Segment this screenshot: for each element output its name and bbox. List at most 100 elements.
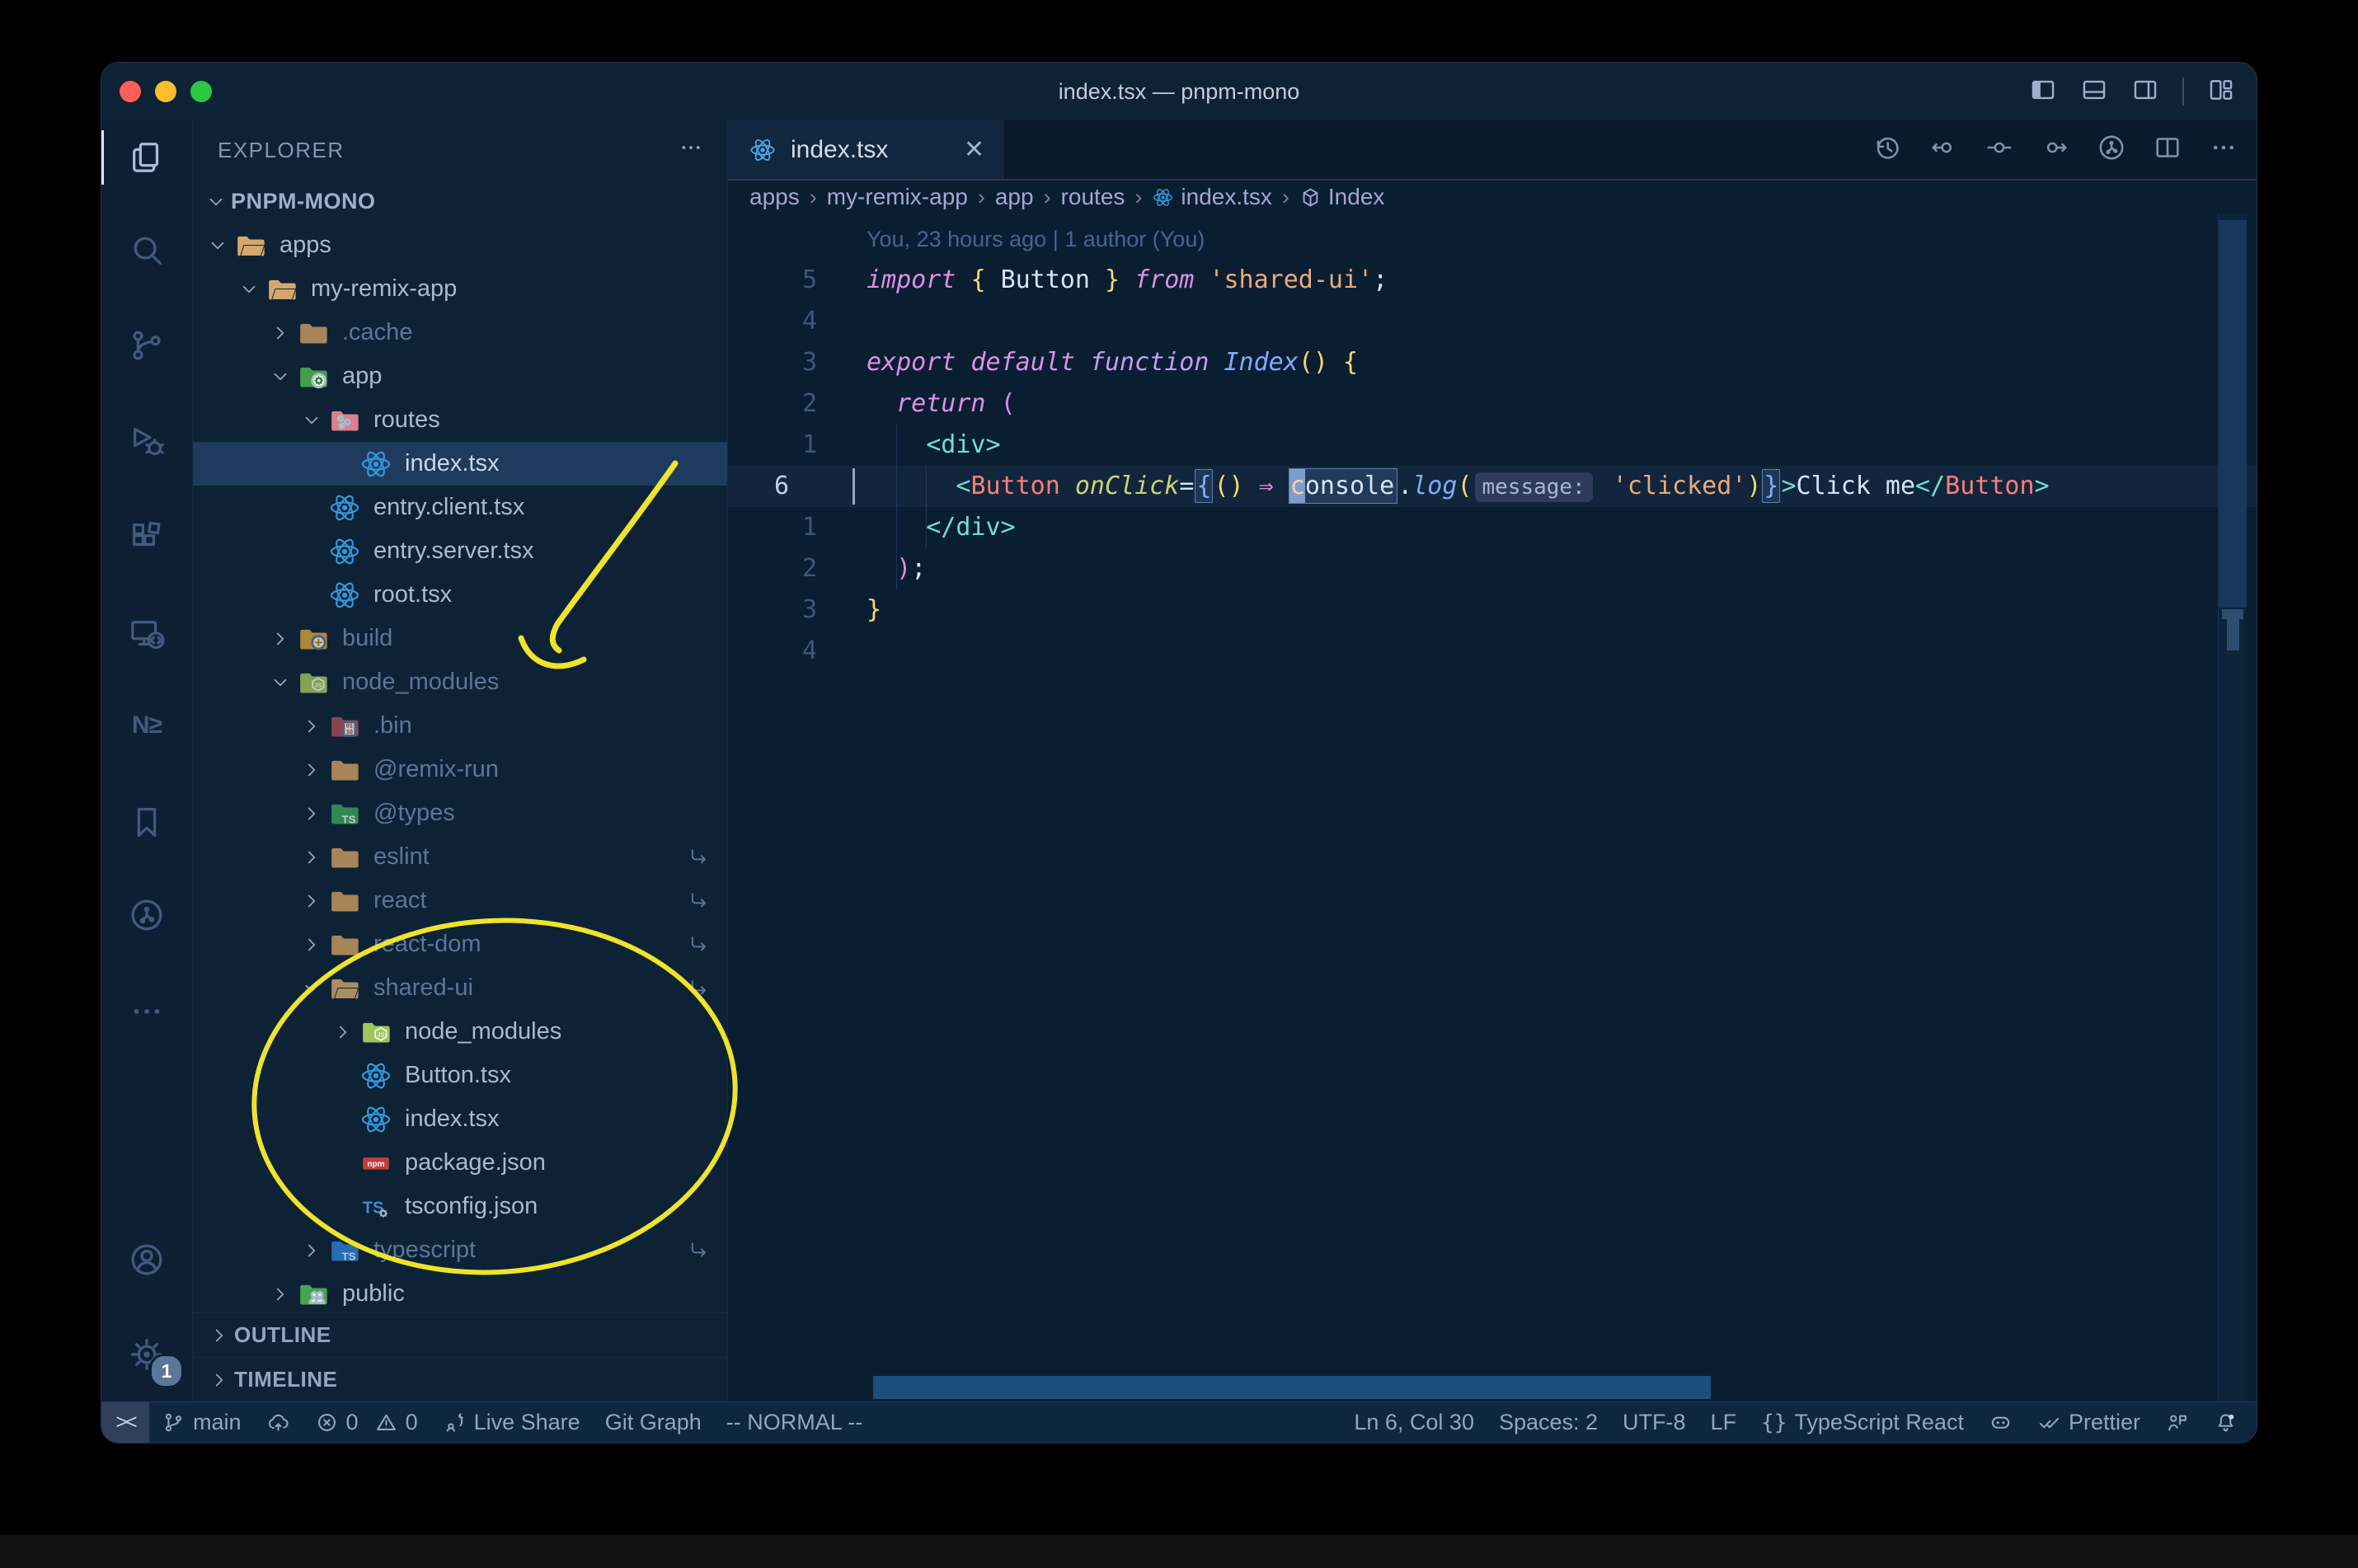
tree-item-package-json[interactable]: npm package.json [193,1141,727,1185]
code-line[interactable]: 2 ); [728,548,2257,589]
remote-indicator[interactable]: >< [101,1402,149,1443]
code-line[interactable]: 1 </div> [728,507,2257,548]
code-line[interactable]: 2 return ( [728,383,2257,425]
status-feedback[interactable] [2153,1402,2201,1443]
vertical-scrollbar[interactable] [2218,214,2247,1401]
status-sync[interactable] [254,1402,303,1443]
react-file-icon [748,135,777,165]
tree-item-node-modules[interactable]: JS node_modules [193,660,727,704]
tree-item-index-tsx[interactable]: index.tsx [193,1097,727,1141]
tree-item-react-dom[interactable]: react-dom [193,922,727,966]
section-timeline[interactable]: TIMELINE [193,1357,727,1401]
status-git-graph[interactable]: Git Graph [593,1402,714,1443]
tree-item-entry-server-tsx[interactable]: entry.server.tsx [193,529,727,573]
tree-item-react[interactable]: react [193,879,727,922]
react-icon [358,1101,394,1138]
explorer-more-actions-icon[interactable] [678,134,704,167]
status-live-share[interactable]: Live Share [430,1402,593,1443]
status-indentation[interactable]: Spaces: 2 [1487,1402,1610,1443]
title-bar[interactable]: index.tsx — pnpm-mono [101,63,2257,120]
tree-item-shared-ui[interactable]: shared-ui [193,966,727,1010]
tree-item--remix-run[interactable]: @remix-run [193,748,727,791]
breadcrumb-my-remix-app[interactable]: my-remix-app [827,184,968,210]
status-prettier[interactable]: Prettier [2025,1402,2153,1443]
activity-explorer-icon[interactable] [101,120,192,195]
tree-item-routes[interactable]: routes [193,398,727,442]
status-warnings[interactable]: 0 [371,1402,430,1443]
breadcrumb-routes[interactable]: routes [1061,184,1125,210]
tree-item-public[interactable]: public [193,1272,727,1316]
breadcrumb-app[interactable]: app [995,184,1034,210]
activity-remote-explorer-icon[interactable] [101,597,192,671]
tree-item-my-remix-app[interactable]: my-remix-app [193,267,727,311]
status-vim-mode[interactable]: -- NORMAL -- [714,1402,875,1443]
horizontal-scrollbar-thumb[interactable] [873,1376,1711,1399]
vertical-scrollbar-thumb[interactable] [2219,220,2247,608]
layout-custom-icon[interactable] [2207,76,2235,108]
gl-next-icon[interactable] [2041,133,2070,167]
activity-run-debug-icon[interactable] [101,404,192,478]
activity-git-graph-icon[interactable] [101,878,192,952]
code-line[interactable]: 5 import { Button } from 'shared-ui'; [728,260,2257,301]
status-errors[interactable]: 0 [303,1402,371,1443]
tree-item-typescript[interactable]: TS typescript [193,1228,727,1272]
tree-item-label: apps [279,232,331,258]
workspace-section-header[interactable]: PNPM-MONO [193,180,727,223]
status-encoding[interactable]: UTF-8 [1610,1402,1698,1443]
breadcrumb-index[interactable]: Index [1299,184,1384,210]
tab-index-tsx[interactable]: index.tsx ✕ [728,120,1005,179]
tree-item-eslint[interactable]: eslint [193,835,727,879]
tree-item-index-tsx[interactable]: index.tsx [193,442,727,486]
code-line[interactable]: 4 [728,631,2257,672]
status-language-mode[interactable]: {} TypeScript React [1749,1402,1976,1443]
activity-bookmarks-icon[interactable] [101,785,192,859]
section-outline[interactable]: OUTLINE [193,1312,727,1357]
activity-settings-icon[interactable]: 1 [101,1317,192,1392]
tree-item-apps[interactable]: apps [193,223,727,267]
code-line[interactable]: 1 <div> [728,425,2257,466]
code-line[interactable]: 3 export default function Index() { [728,342,2257,383]
tree-item--cache[interactable]: .cache [193,311,727,354]
layout-panel-icon[interactable] [2080,76,2108,108]
tree-item-button-tsx[interactable]: Button.tsx [193,1054,727,1097]
activity-extensions-icon[interactable] [101,500,192,575]
activity-search-icon[interactable] [101,214,192,288]
activity-nx-console-icon[interactable]: N≥ [101,688,192,763]
code-token: import [867,265,971,294]
layout-right-icon[interactable] [2131,76,2159,108]
tree-item-node-modules[interactable]: JS node_modules [193,1010,727,1054]
status-eol[interactable]: LF [1698,1402,1750,1443]
status-copilot[interactable] [1976,1402,2025,1443]
code-line[interactable]: 4 [728,301,2257,342]
tree-item-app[interactable]: app [193,354,727,398]
code-line-current[interactable]: 6 <Button onClick={() ⇒ console .log(mess… [728,466,2257,507]
history-icon[interactable] [1872,133,1902,167]
code-editor[interactable]: You, 23 hours ago | 1 author (You) 5 impo… [728,214,2257,1401]
breadcrumb-apps[interactable]: apps [749,184,800,210]
tree-item-tsconfig-json[interactable]: TS tsconfig.json [193,1185,727,1228]
tree-item--types[interactable]: TS @types [193,791,727,835]
git-graph-circle-icon[interactable] [2097,133,2126,167]
activity-more-icon[interactable] [101,974,192,1049]
activity-account-icon[interactable] [101,1223,192,1297]
code-text: } [867,589,881,631]
status-notifications[interactable] [2201,1402,2250,1443]
line-number: 4 [801,636,817,665]
close-tab-icon[interactable]: ✕ [964,135,984,164]
gl-prev-icon[interactable] [1928,133,1958,167]
status-git-branch[interactable]: main [149,1402,254,1443]
more-h-icon[interactable] [2209,133,2238,167]
tree-item--bin[interactable]: 01 10 .bin [193,704,727,748]
code-line[interactable]: 3} [728,589,2257,631]
activity-source-control-icon[interactable] [101,308,192,383]
tree-item-label: entry.client.tsx [373,494,525,520]
tree-item-entry-client-tsx[interactable]: entry.client.tsx [193,486,727,529]
tree-item-root-tsx[interactable]: root.tsx [193,573,727,617]
status-cursor-position[interactable]: Ln 6, Col 30 [1341,1402,1487,1443]
split-icon[interactable] [2153,133,2182,167]
gl-open-icon[interactable] [1985,133,2014,167]
tree-item-build[interactable]: build [193,617,727,660]
breadcrumb-index-tsx[interactable]: index.tsx [1152,184,1272,210]
layout-sidebar-icon[interactable] [2029,76,2057,108]
symlink-icon [688,1239,711,1262]
